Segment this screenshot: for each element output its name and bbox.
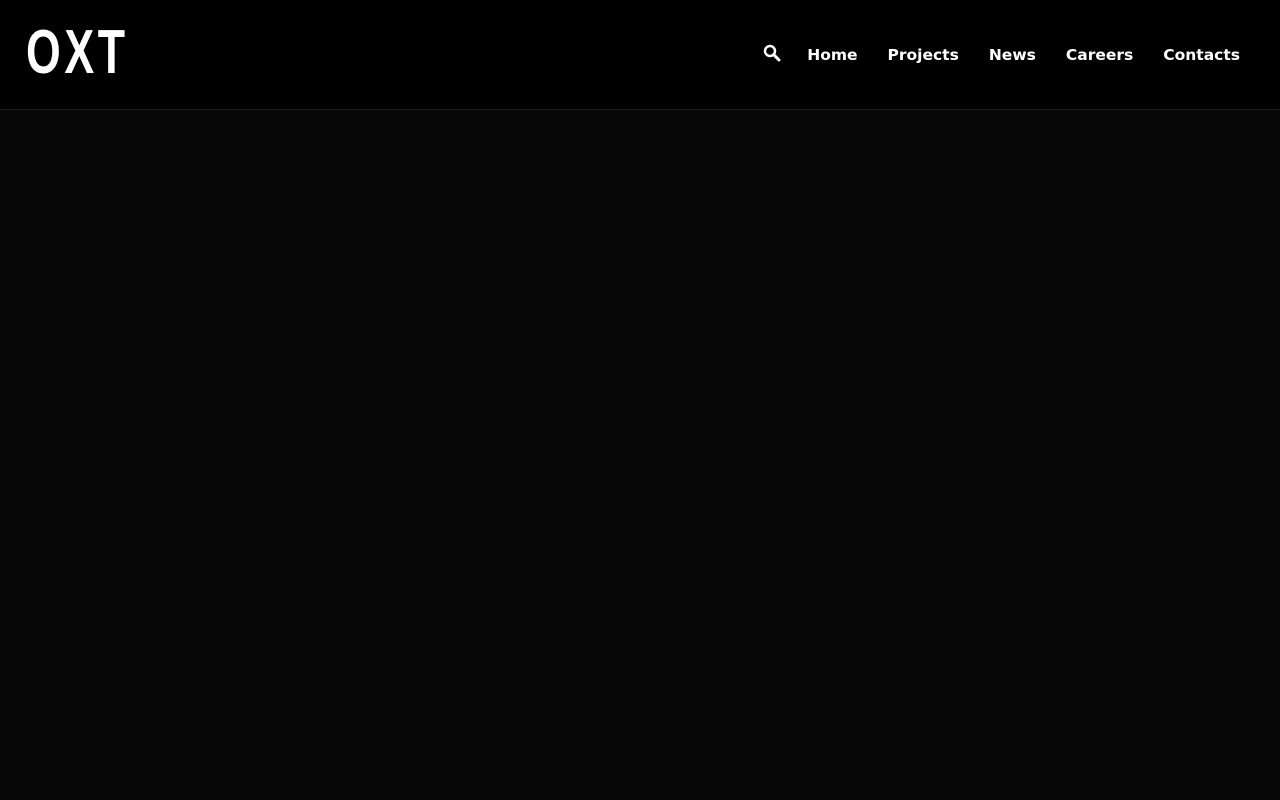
nav-item-home[interactable]: Home [807,46,857,64]
search-button[interactable] [761,42,783,64]
nav-item-contacts[interactable]: Contacts [1163,46,1240,64]
nav-item-news[interactable]: News [989,46,1036,64]
site-header: OXT Home Projects News Careers Contacts [0,0,1280,110]
main-nav: Home Projects News Careers Contacts [761,0,1240,109]
nav-item-careers[interactable]: Careers [1066,46,1133,64]
main-content-area [0,110,1280,800]
search-icon [764,44,781,61]
site-logo[interactable]: OXT [26,22,129,84]
nav-item-projects[interactable]: Projects [888,46,959,64]
